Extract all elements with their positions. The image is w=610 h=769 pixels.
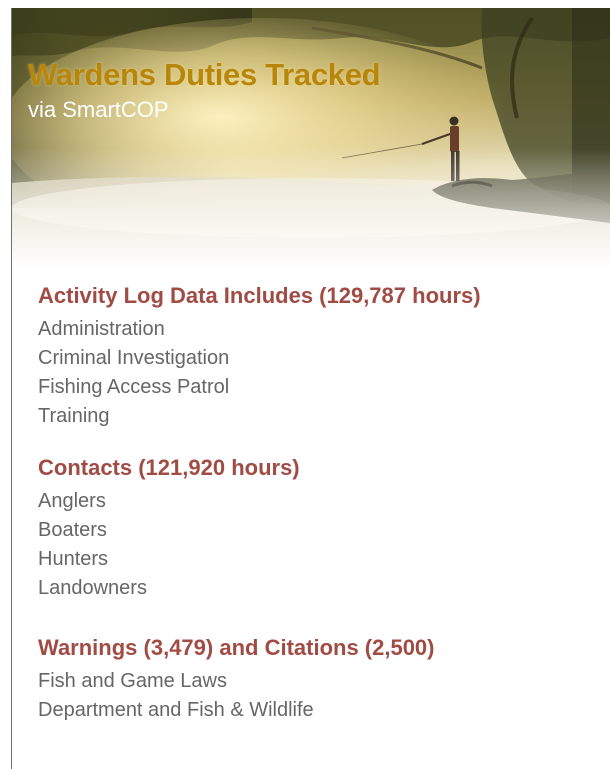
list-item: Boaters xyxy=(38,519,107,541)
list-item: Criminal Investigation xyxy=(38,347,230,369)
section-heading: Activity Log Data Includes (129,787 hour… xyxy=(38,283,481,308)
list-item: Administration xyxy=(38,318,165,340)
list-item: Anglers xyxy=(38,490,106,512)
slide: Wardens Duties Tracked via SmartCOP Acti… xyxy=(0,0,610,769)
section-heading: Contacts (121,920 hours) xyxy=(38,455,300,480)
list-item: Fishing Access Patrol xyxy=(38,376,230,398)
item-list: Fish and Game Laws Department and Fish &… xyxy=(38,667,435,725)
page-title: Wardens Duties Tracked xyxy=(28,57,381,92)
item-list: Anglers Boaters Hunters Landowners xyxy=(38,487,300,603)
item-list: Administration Criminal Investigation Fi… xyxy=(38,315,481,431)
list-item: Hunters xyxy=(38,548,109,570)
list-item: Training xyxy=(38,405,110,427)
list-item: Department and Fish & Wildlife xyxy=(38,699,314,721)
section-activity-log: Activity Log Data Includes (129,787 hour… xyxy=(38,283,481,431)
list-item: Fish and Game Laws xyxy=(38,670,227,692)
section-contacts: Contacts (121,920 hours) Anglers Boaters… xyxy=(38,455,300,603)
section-heading: Warnings (3,479) and Citations (2,500) xyxy=(38,635,435,660)
section-warnings-citations: Warnings (3,479) and Citations (2,500) F… xyxy=(38,635,435,725)
list-item: Landowners xyxy=(38,577,147,599)
header-photo-misty-river-angler xyxy=(12,8,610,270)
page-subtitle: via SmartCOP xyxy=(28,97,169,122)
